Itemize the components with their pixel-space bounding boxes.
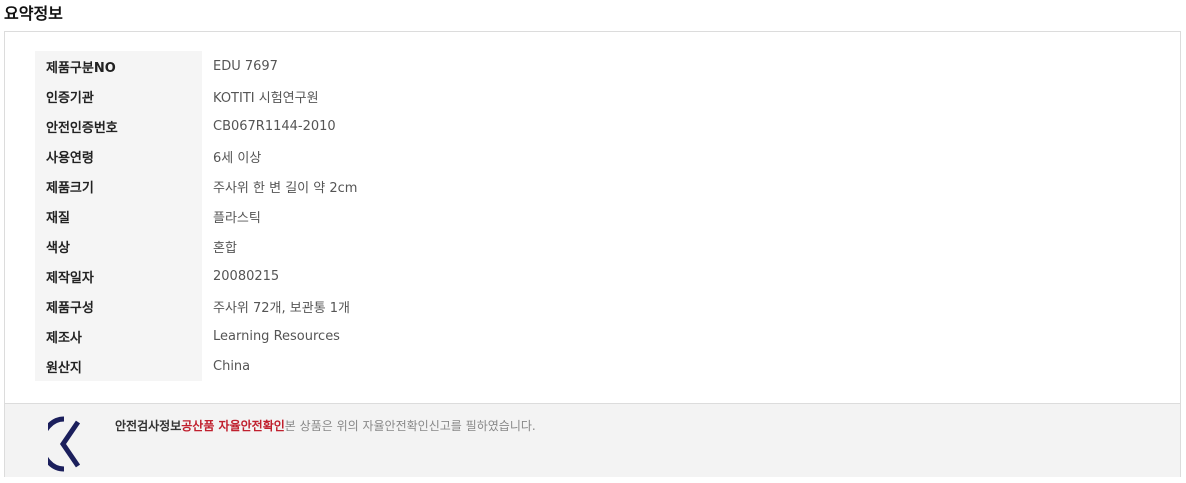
spec-label: 인증기관 xyxy=(35,81,202,111)
table-row: 제품구성 주사위 72개, 보관통 1개 xyxy=(35,291,813,321)
section-title: 요약정보 xyxy=(4,4,63,23)
table-row: 인증기관 KOTITI 시험연구원 xyxy=(35,81,813,111)
spec-label: 제작일자 xyxy=(35,261,202,291)
safety-notice-text: 안전검사정보공산품 자율안전확인본 상품은 위의 자율안전확인신고를 필하였습니… xyxy=(115,418,536,434)
spec-value: EDU 7697 xyxy=(213,58,278,74)
spec-label: 제조사 xyxy=(35,321,202,351)
spec-value: 20080215 xyxy=(213,268,280,284)
table-row: 재질 플라스틱 xyxy=(35,201,813,231)
spec-label: 제품구분NO xyxy=(35,51,202,81)
kc-certification-mark-icon xyxy=(48,416,81,472)
safety-notice-description: 본 상품은 위의 자율안전확인신고를 필하였습니다. xyxy=(284,419,536,433)
spec-value: 주사위 72개, 보관통 1개 xyxy=(213,300,351,316)
spec-value: China xyxy=(213,358,251,374)
safety-info-label: 안전검사정보 xyxy=(115,419,182,433)
table-row: 제조사 Learning Resources xyxy=(35,321,813,351)
spec-label: 제품크기 xyxy=(35,171,202,201)
summary-box: 제품구분NO EDU 7697 인증기관 KOTITI 시험연구원 안전인증번호… xyxy=(4,31,1181,477)
spec-value: 6세 이상 xyxy=(213,150,262,166)
safety-notice: 안전검사정보공산품 자율안전확인본 상품은 위의 자율안전확인신고를 필하였습니… xyxy=(5,403,1180,477)
spec-label: 안전인증번호 xyxy=(35,111,202,141)
spec-label: 사용연령 xyxy=(35,141,202,171)
spec-value: KOTITI 시험연구원 xyxy=(213,90,319,106)
table-row: 원산지 China xyxy=(35,351,813,381)
table-row: 제품크기 주사위 한 변 길이 약 2cm xyxy=(35,171,813,201)
table-row: 색상 혼합 xyxy=(35,231,813,261)
spec-label: 제품구성 xyxy=(35,291,202,321)
spec-value: 혼합 xyxy=(213,240,237,256)
spec-value: 플라스틱 xyxy=(213,210,261,226)
table-row: 제품구분NO EDU 7697 xyxy=(35,51,813,81)
self-safety-confirmation-link[interactable]: 공산품 자율안전확인 xyxy=(181,419,285,433)
spec-label: 재질 xyxy=(35,201,202,231)
table-row: 제작일자 20080215 xyxy=(35,261,813,291)
table-row: 사용연령 6세 이상 xyxy=(35,141,813,171)
spec-table: 제품구분NO EDU 7697 인증기관 KOTITI 시험연구원 안전인증번호… xyxy=(35,51,813,381)
spec-value: CB067R1144-2010 xyxy=(213,118,336,134)
spec-label: 색상 xyxy=(35,231,202,261)
spec-value: 주사위 한 변 길이 약 2cm xyxy=(213,180,358,196)
spec-label: 원산지 xyxy=(35,351,202,381)
table-row: 안전인증번호 CB067R1144-2010 xyxy=(35,111,813,141)
spec-value: Learning Resources xyxy=(213,328,340,344)
